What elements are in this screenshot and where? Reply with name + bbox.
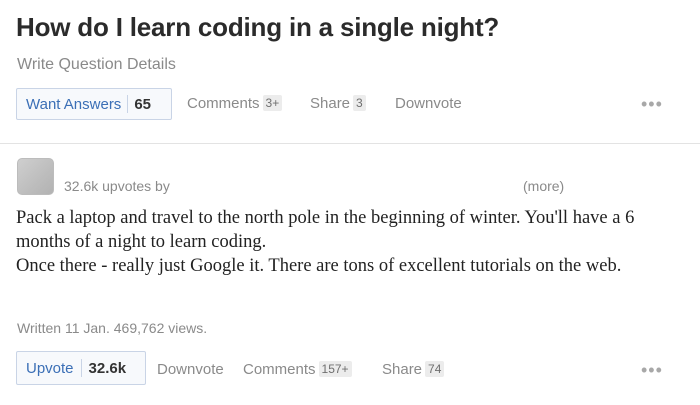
answer-downvote-button[interactable]: Downvote — [157, 361, 224, 378]
comments-label: Comments — [187, 95, 260, 112]
answer-share-button[interactable]: Share 74 — [382, 361, 445, 378]
share-label: Share — [382, 361, 423, 378]
question-share-button[interactable]: Share 3 — [310, 95, 366, 112]
share-label: Share — [310, 95, 351, 112]
comments-label: Comments — [243, 361, 316, 378]
answer-meta: Written 11 Jan. 469,762 views. — [17, 320, 208, 336]
want-answers-button[interactable]: Want Answers 65 — [16, 88, 172, 120]
upvotes-by-text: 32.6k upvotes by — [64, 178, 170, 194]
more-upvoters-link[interactable]: (more) — [523, 178, 564, 194]
section-divider — [0, 143, 700, 144]
answer-comments-button[interactable]: Comments 157+ — [243, 361, 352, 378]
upvote-button[interactable]: Upvote 32.6k — [16, 351, 146, 385]
write-question-details-link[interactable]: Write Question Details — [17, 56, 176, 74]
question-comments-button[interactable]: Comments 3+ — [187, 95, 283, 112]
upvote-count: 32.6k — [88, 359, 127, 377]
question-title: How do I learn coding in a single night? — [16, 12, 500, 42]
share-count-badge: 74 — [425, 361, 445, 377]
author-avatar[interactable] — [17, 158, 54, 195]
share-count-badge: 3 — [353, 95, 366, 111]
answer-paragraph: Once there - really just Google it. Ther… — [16, 256, 622, 276]
question-downvote-button[interactable]: Downvote — [395, 95, 462, 112]
comments-count-badge: 157+ — [318, 361, 352, 377]
upvote-label: Upvote — [26, 359, 74, 377]
comments-count-badge: 3+ — [262, 95, 283, 111]
question-more-dots-icon[interactable]: ••• — [641, 94, 663, 115]
answer-more-dots-icon[interactable]: ••• — [641, 360, 663, 381]
answer-paragraph: Pack a laptop and travel to the north po… — [16, 208, 635, 252]
answer-body: Pack a laptop and travel to the north po… — [16, 206, 681, 278]
want-answers-label: Want Answers — [26, 95, 122, 113]
want-answers-count: 65 — [134, 95, 151, 113]
